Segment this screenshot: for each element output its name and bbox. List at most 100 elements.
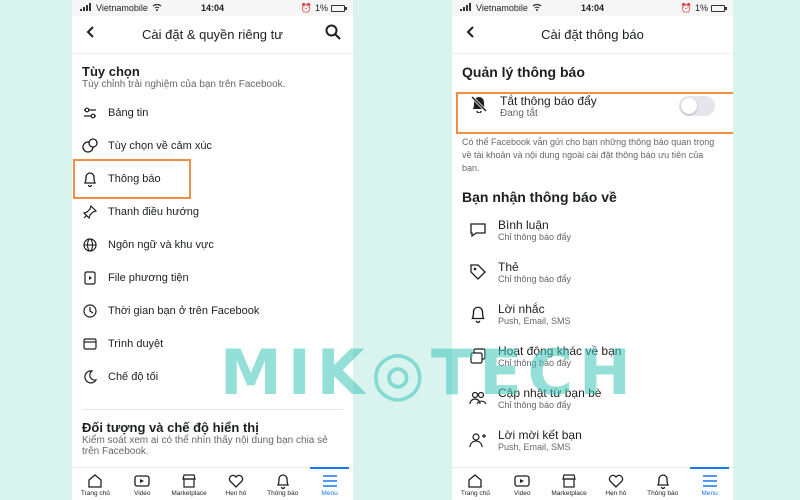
notif-item-label: Bình luận bbox=[498, 218, 549, 232]
nav-video[interactable]: Video bbox=[119, 468, 166, 500]
section-subtitle: Tùy chỉnh trải nghiệm của bạn trên Faceb… bbox=[82, 79, 286, 90]
bottom-nav: Trang chủ Video Marketplace Hẹn hò Thông… bbox=[452, 467, 733, 500]
status-bar: Vietnamobile 14:04 ⏰ 1% bbox=[72, 0, 353, 16]
notification-settings-screen: Vietnamobile 14:04 ⏰ 1% Cài đặt thông bá… bbox=[452, 0, 733, 500]
notif-item-label: Cập nhật từ bạn bè bbox=[498, 386, 602, 400]
nav-label: Hẹn hò bbox=[605, 489, 627, 497]
notif-item-label: Thẻ bbox=[498, 260, 519, 274]
moon-icon bbox=[82, 369, 98, 385]
highlight-notifications bbox=[73, 159, 191, 199]
marketplace-icon bbox=[181, 472, 197, 490]
section-subtitle: Kiểm soát xem ai có thể nhìn thấy nội du… bbox=[82, 435, 328, 457]
nav-dating[interactable]: Hẹn hò bbox=[592, 468, 639, 500]
notif-item-friend-requests[interactable]: Lời mời kết bạn Push, Email, SMS bbox=[462, 419, 723, 461]
notification-types-list: Bình luận Chỉ thông báo đẩy Thẻ Chỉ thôn… bbox=[452, 209, 733, 461]
menu-item-time-on-facebook[interactable]: Thời gian bạn ở trên Facebook bbox=[82, 294, 343, 327]
battery-icon bbox=[711, 4, 727, 12]
notif-item-sub: Push, Email, SMS bbox=[498, 316, 571, 326]
nav-notifications[interactable]: Thông báo bbox=[639, 468, 686, 500]
home-icon bbox=[87, 472, 103, 490]
nav-video[interactable]: Video bbox=[499, 468, 546, 500]
receive-section: Bạn nhận thông báo về bbox=[452, 175, 733, 205]
video-icon bbox=[134, 472, 150, 490]
clock-icon bbox=[82, 303, 98, 319]
menu-item-label: Ngôn ngữ và khu vực bbox=[108, 238, 214, 251]
friends-icon bbox=[468, 388, 488, 408]
nav-label: Marketplace bbox=[171, 489, 207, 497]
back-arrow-icon[interactable] bbox=[84, 25, 98, 44]
nav-dating[interactable]: Hẹn hò bbox=[212, 468, 259, 500]
globe-icon bbox=[82, 237, 98, 253]
menu-item-media[interactable]: File phương tiện bbox=[82, 261, 343, 294]
section-title: Tùy chọn bbox=[82, 64, 140, 79]
top-bar: Cài đặt thông báo bbox=[452, 16, 733, 54]
menu-item-language-region[interactable]: Ngôn ngữ và khu vực bbox=[82, 228, 343, 261]
bell-icon bbox=[656, 472, 670, 490]
menu-item-label: Tùy chọn về cảm xúc bbox=[108, 139, 212, 152]
audience-section: Đối tượng và chế độ hiển thị Kiểm soát x… bbox=[72, 420, 353, 457]
menu-item-navigation-bar[interactable]: Thanh điều hướng bbox=[82, 195, 343, 228]
section-divider bbox=[82, 409, 343, 410]
reactions-icon bbox=[82, 137, 98, 154]
menu-item-label: Trình duyệt bbox=[108, 337, 164, 350]
activity-icon bbox=[468, 346, 488, 366]
menu-item-label: File phương tiện bbox=[108, 271, 189, 284]
notif-item-tags[interactable]: Thẻ Chỉ thông báo đẩy bbox=[462, 251, 723, 293]
notif-item-sub: Chỉ thông báo đẩy bbox=[498, 400, 572, 410]
tag-icon bbox=[468, 262, 488, 282]
preferences-section: Tùy chọn Tùy chỉnh trải nghiệm của bạn t… bbox=[72, 54, 353, 90]
bell-icon bbox=[468, 304, 488, 324]
sliders-icon bbox=[82, 105, 98, 121]
menu-item-label: Chế độ tối bbox=[108, 370, 159, 383]
section-title: Đối tượng và chế độ hiển thị bbox=[82, 420, 259, 435]
nav-home[interactable]: Trang chủ bbox=[72, 468, 119, 500]
nav-label: Trang chủ bbox=[460, 489, 490, 497]
nav-marketplace[interactable]: Marketplace bbox=[546, 468, 593, 500]
menu-item-news-feed[interactable]: Bảng tin bbox=[82, 96, 343, 129]
dating-icon bbox=[228, 472, 244, 490]
notif-item-sub: Push, Email, SMS bbox=[498, 442, 571, 452]
bottom-nav: Trang chủ Video Marketplace Hẹn hò Thông… bbox=[72, 467, 353, 500]
pin-icon bbox=[82, 204, 98, 220]
search-icon[interactable] bbox=[325, 24, 341, 45]
dating-icon bbox=[608, 472, 624, 490]
nav-menu[interactable]: Menu bbox=[306, 467, 353, 500]
notif-item-comments[interactable]: Bình luận Chỉ thông báo đẩy bbox=[462, 209, 723, 251]
nav-marketplace[interactable]: Marketplace bbox=[166, 468, 213, 500]
status-time: 14:04 bbox=[200, 3, 225, 13]
nav-label: Thông báo bbox=[267, 489, 299, 497]
section-title: Bạn nhận thông báo về bbox=[462, 189, 617, 205]
menu-icon bbox=[322, 472, 338, 490]
notif-item-reminders[interactable]: Lời nhắc Push, Email, SMS bbox=[462, 293, 723, 335]
nav-label: Video bbox=[133, 489, 151, 497]
marketplace-icon bbox=[561, 472, 577, 490]
nav-home[interactable]: Trang chủ bbox=[452, 468, 499, 500]
nav-label: Menu bbox=[701, 489, 718, 497]
notif-item-sub: Chỉ thông báo đẩy bbox=[498, 232, 572, 242]
menu-item-browser[interactable]: Trình duyệt bbox=[82, 327, 343, 360]
add-friend-icon bbox=[468, 430, 488, 450]
nav-menu[interactable]: Menu bbox=[686, 467, 733, 500]
media-icon bbox=[82, 270, 98, 286]
nav-label: Marketplace bbox=[551, 489, 587, 497]
nav-label: Trang chủ bbox=[80, 489, 110, 497]
menu-item-label: Thanh điều hướng bbox=[108, 205, 200, 218]
nav-label: Thông báo bbox=[647, 489, 679, 497]
bell-icon bbox=[276, 472, 290, 490]
settings-privacy-screen: Vietnamobile 14:04 ⏰ 1% Cài đặt & quyền … bbox=[72, 0, 353, 500]
notif-item-other-activity[interactable]: Hoạt động khác về bạn Chỉ thông báo đẩy bbox=[462, 335, 723, 377]
highlight-push-toggle bbox=[456, 92, 733, 134]
back-arrow-icon[interactable] bbox=[464, 25, 478, 44]
notif-item-friend-updates[interactable]: Cập nhật từ bạn bè Chỉ thông báo đẩy bbox=[462, 377, 723, 419]
status-time: 14:04 bbox=[580, 3, 605, 13]
video-icon bbox=[514, 472, 530, 490]
notif-item-label: Hoạt động khác về bạn bbox=[498, 344, 622, 358]
status-bar: Vietnamobile 14:04 ⏰ 1% bbox=[452, 0, 733, 16]
page-title: Cài đặt thông báo bbox=[541, 27, 644, 42]
menu-item-dark-mode[interactable]: Chế độ tối bbox=[82, 360, 343, 393]
nav-notifications[interactable]: Thông báo bbox=[259, 468, 306, 500]
menu-icon bbox=[702, 472, 718, 490]
top-bar: Cài đặt & quyền riêng tư bbox=[72, 16, 353, 54]
menu-item-reactions[interactable]: Tùy chọn về cảm xúc bbox=[82, 129, 343, 162]
notif-item-label: Lời nhắc bbox=[498, 302, 545, 316]
